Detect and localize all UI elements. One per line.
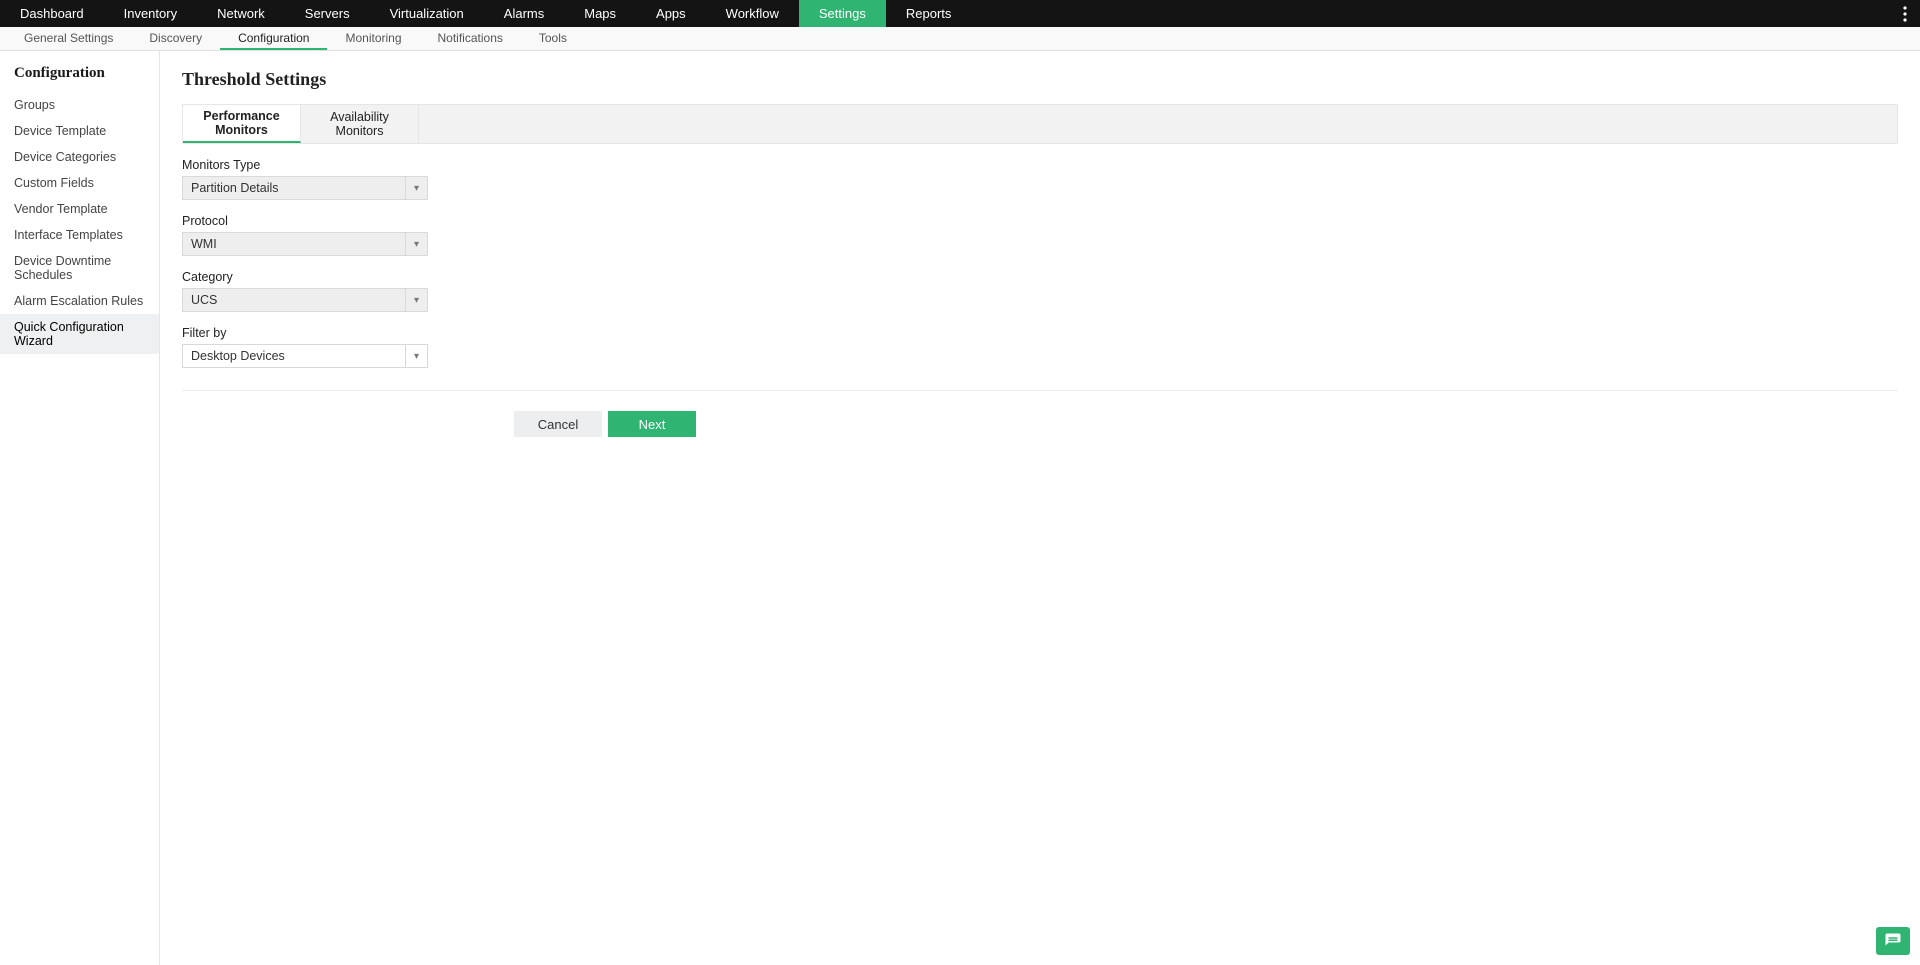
sidebar-item-vendor-template[interactable]: Vendor Template	[0, 196, 159, 222]
select-category[interactable]: UCS ▾	[182, 288, 428, 312]
nav-settings[interactable]: Settings	[799, 0, 886, 27]
tabs-row: Performance Monitors Availability Monito…	[182, 104, 1898, 144]
sidebar-item-custom-fields[interactable]: Custom Fields	[0, 170, 159, 196]
chevron-down-icon: ▾	[405, 345, 427, 367]
subnav-tools[interactable]: Tools	[521, 27, 585, 50]
cancel-button[interactable]: Cancel	[514, 411, 602, 437]
tab-availability-monitors[interactable]: Availability Monitors	[301, 105, 419, 143]
sidebar-item-device-template[interactable]: Device Template	[0, 118, 159, 144]
tab-label-line2: Monitors	[301, 124, 418, 138]
nav-alarms[interactable]: Alarms	[484, 0, 564, 27]
content-area: Threshold Settings Performance Monitors …	[160, 51, 1920, 965]
select-monitors-type[interactable]: Partition Details ▾	[182, 176, 428, 200]
tab-performance-monitors[interactable]: Performance Monitors	[183, 105, 301, 143]
subnav-discovery[interactable]: Discovery	[131, 27, 220, 50]
chat-icon	[1884, 932, 1902, 950]
sidebar-item-device-downtime-schedules[interactable]: Device Downtime Schedules	[0, 248, 159, 288]
select-monitors-type-value: Partition Details	[183, 181, 405, 195]
form-divider	[182, 390, 1898, 391]
page-title: Threshold Settings	[182, 69, 1898, 90]
help-chat-button[interactable]	[1876, 927, 1910, 955]
sidebar-item-quick-configuration-wizard[interactable]: Quick Configuration Wizard	[0, 314, 159, 354]
nav-maps[interactable]: Maps	[564, 0, 636, 27]
nav-inventory[interactable]: Inventory	[104, 0, 197, 27]
label-protocol: Protocol	[182, 214, 1898, 228]
sidebar: Configuration Groups Device Template Dev…	[0, 51, 160, 965]
sidebar-item-alarm-escalation-rules[interactable]: Alarm Escalation Rules	[0, 288, 159, 314]
sidebar-title: Configuration	[0, 65, 159, 92]
button-row: Cancel Next	[182, 411, 1898, 437]
subnav-configuration[interactable]: Configuration	[220, 27, 327, 50]
select-protocol[interactable]: WMI ▾	[182, 232, 428, 256]
nav-apps[interactable]: Apps	[636, 0, 706, 27]
next-button[interactable]: Next	[608, 411, 696, 437]
nav-virtualization[interactable]: Virtualization	[370, 0, 484, 27]
select-protocol-value: WMI	[183, 237, 405, 251]
chevron-down-icon: ▾	[405, 177, 427, 199]
nav-dashboard[interactable]: Dashboard	[0, 0, 104, 27]
sidebar-item-device-categories[interactable]: Device Categories	[0, 144, 159, 170]
tab-label-line2: Monitors	[183, 123, 300, 137]
label-monitors-type: Monitors Type	[182, 158, 1898, 172]
tab-label-line1: Performance	[183, 109, 300, 123]
select-filter-by[interactable]: Desktop Devices ▾	[182, 344, 428, 368]
subnav-monitoring[interactable]: Monitoring	[327, 27, 419, 50]
form-area: Monitors Type Partition Details ▾ Protoc…	[182, 144, 1898, 437]
chevron-down-icon: ▾	[405, 289, 427, 311]
tab-label-line1: Availability	[301, 110, 418, 124]
nav-servers[interactable]: Servers	[285, 0, 370, 27]
sub-nav: General Settings Discovery Configuration…	[0, 27, 1920, 51]
chevron-down-icon: ▾	[405, 233, 427, 255]
nav-reports[interactable]: Reports	[886, 0, 972, 27]
label-category: Category	[182, 270, 1898, 284]
top-nav: Dashboard Inventory Network Servers Virt…	[0, 0, 1920, 27]
nav-spacer	[971, 0, 1890, 27]
nav-workflow[interactable]: Workflow	[706, 0, 799, 27]
subnav-general-settings[interactable]: General Settings	[6, 27, 131, 50]
nav-network[interactable]: Network	[197, 0, 285, 27]
sidebar-item-groups[interactable]: Groups	[0, 92, 159, 118]
subnav-notifications[interactable]: Notifications	[420, 27, 521, 50]
sidebar-item-interface-templates[interactable]: Interface Templates	[0, 222, 159, 248]
label-filter-by: Filter by	[182, 326, 1898, 340]
kebab-menu-icon[interactable]	[1890, 0, 1920, 27]
select-category-value: UCS	[183, 293, 405, 307]
select-filter-by-value: Desktop Devices	[183, 349, 405, 363]
